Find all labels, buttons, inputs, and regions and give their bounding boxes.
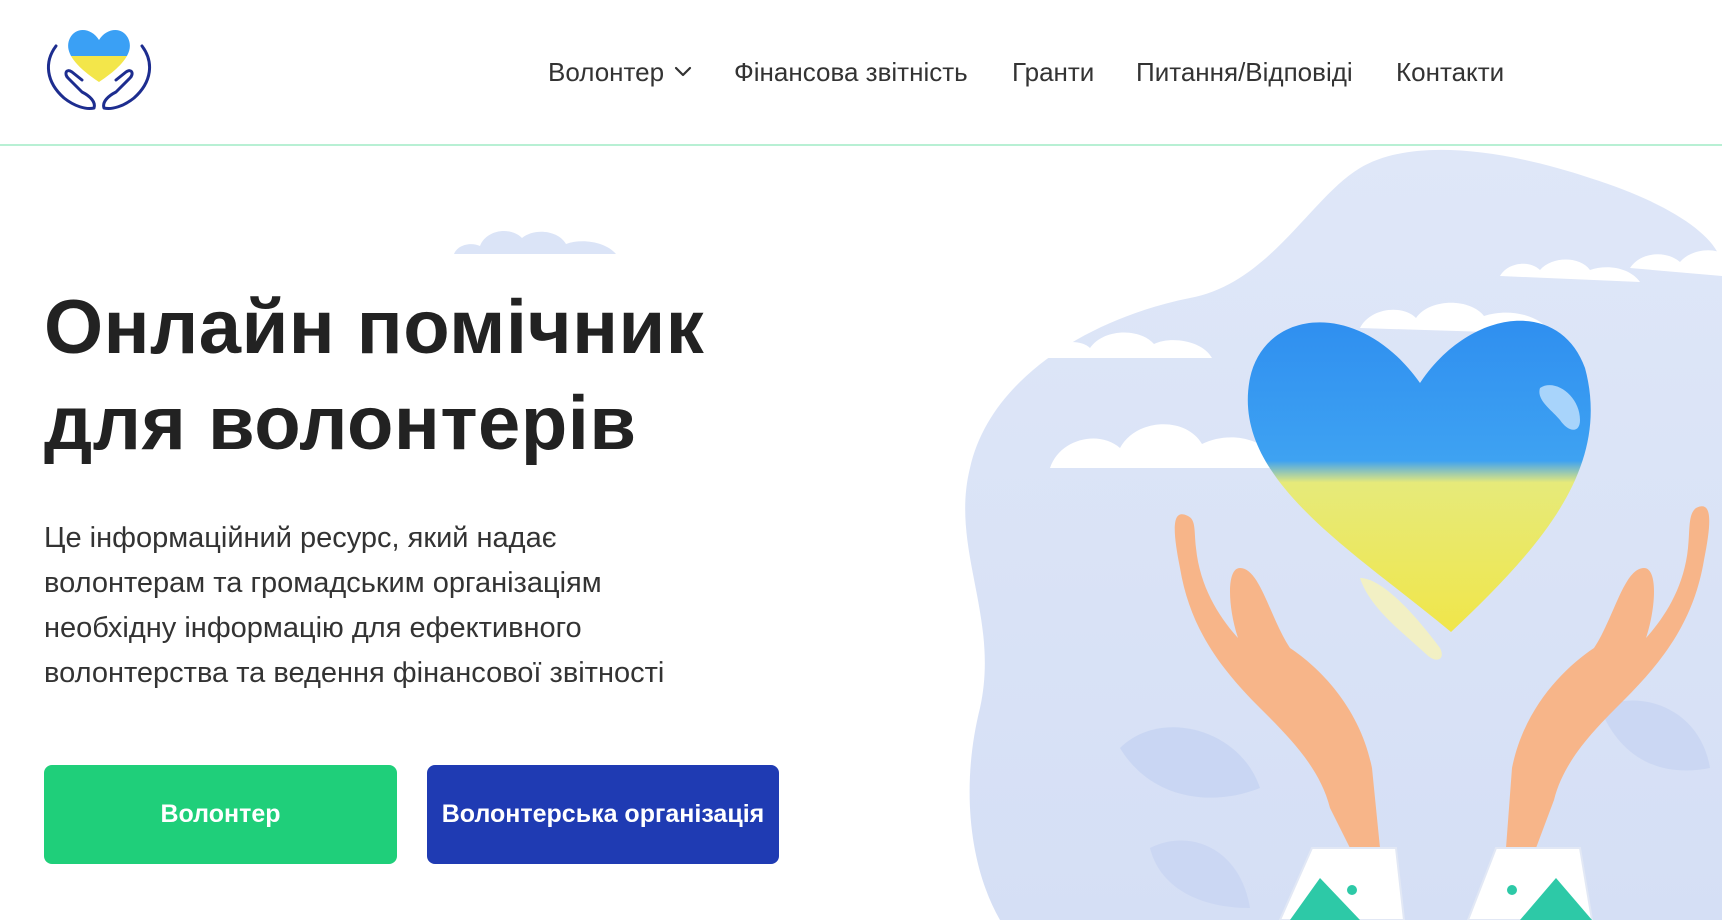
nav-item-contacts[interactable]: Контакти (1396, 56, 1504, 88)
nav-item-label: Питання/Відповіді (1136, 57, 1353, 87)
hero-title-line1: Онлайн помічник (44, 285, 705, 370)
cloud-decoration-icon (454, 231, 616, 254)
nav-item-label: Гранти (1012, 57, 1095, 87)
hero-illustration (965, 149, 1722, 920)
hero-description-line: необхідну інформацію для ефективного (44, 612, 582, 644)
nav-item-label: Контакти (1396, 57, 1505, 87)
nav-item-faq[interactable]: Питання/Відповіді (1136, 56, 1353, 88)
nav-item-label: Волонтер (548, 57, 665, 87)
hero-description-line: волонтерства та ведення фінансової звітн… (44, 657, 665, 689)
hero-title-line2: для волонтерів (44, 381, 637, 466)
chevron-down-icon (674, 66, 692, 77)
hero-description-line: Це інформаційний ресурс, який надає (44, 522, 557, 554)
heart-in-hands-logo-icon[interactable] (42, 20, 156, 114)
nav-item-volunteer[interactable]: Волонтер (548, 56, 692, 88)
hero-description-line: волонтерам та громадським організаціям (44, 567, 602, 599)
nav-item-label: Фінансова звітність (734, 57, 968, 87)
volunteer-organization-button[interactable]: Волонтерська організація (427, 765, 779, 864)
hero-description: Це інформаційний ресурс, який надає воло… (44, 516, 744, 696)
nav-item-financial-reporting[interactable]: Фінансова звітність (734, 56, 968, 88)
nav-item-grants[interactable]: Гранти (1012, 56, 1094, 88)
volunteer-button[interactable]: Волонтер (44, 765, 397, 864)
hero-title: Онлайн помічник для волонтерів (44, 280, 804, 472)
site-header: Волонтер Фінансова звітність Гранти Пита… (0, 0, 1722, 146)
